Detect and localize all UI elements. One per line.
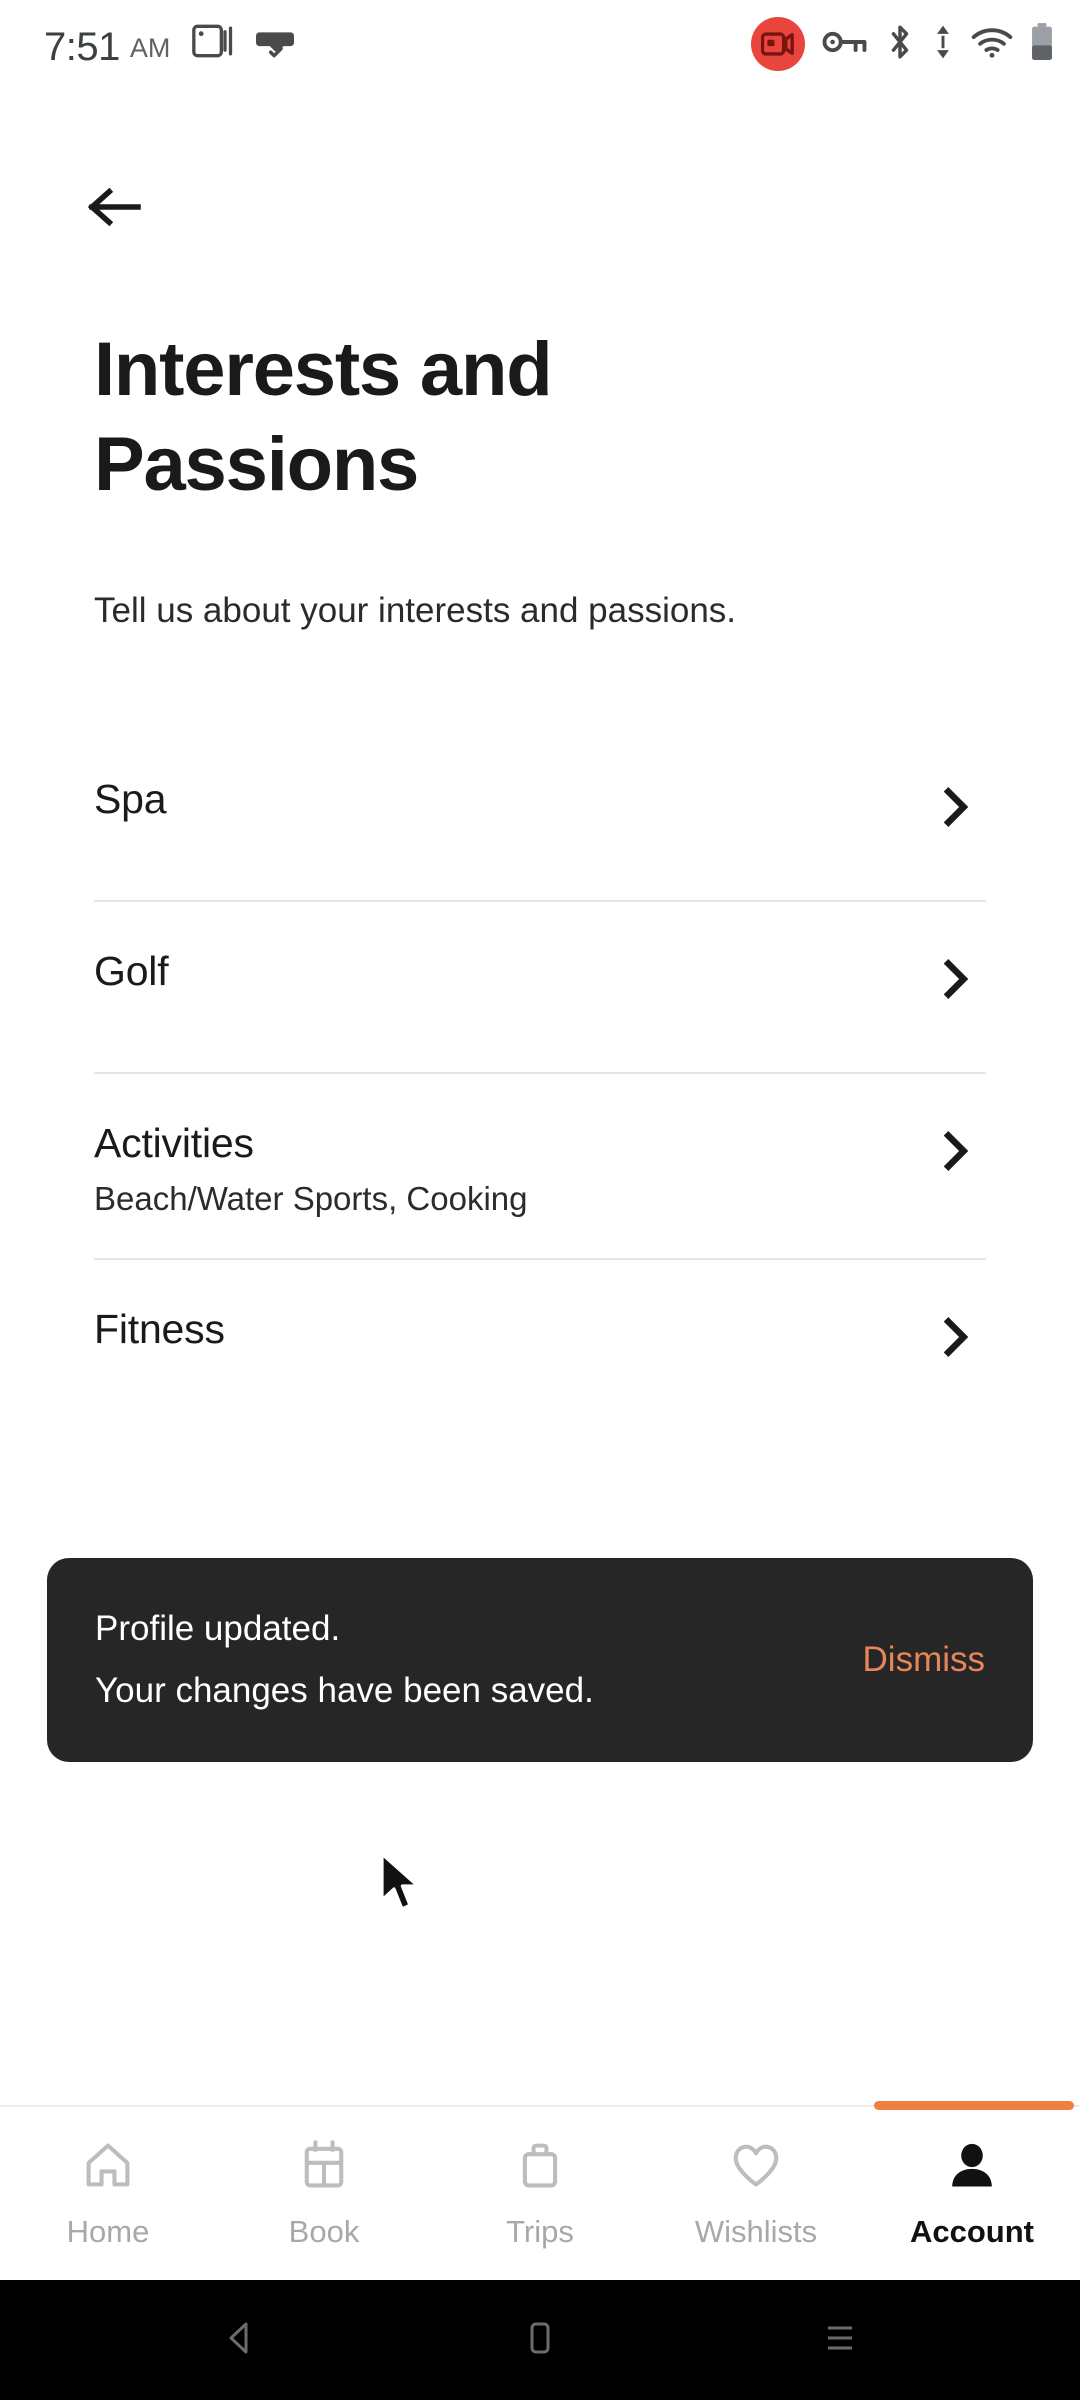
- page-subtitle: Tell us about your interests and passion…: [94, 591, 737, 630]
- nav-tab-label: Trips: [506, 2214, 574, 2249]
- list-item-subtitle: Beach/Water Sports, Cooking: [94, 1180, 528, 1217]
- list-item-title: Activities: [94, 1120, 254, 1166]
- vpn-key-icon: [822, 27, 868, 62]
- recents-menu-icon: [818, 2316, 862, 2365]
- screen-record-icon: [751, 17, 805, 71]
- status-left-icon-group: [192, 22, 296, 67]
- system-home-button[interactable]: [480, 2280, 600, 2400]
- battery-icon: [1030, 22, 1054, 66]
- nav-tab-home[interactable]: Home: [0, 2107, 216, 2280]
- nav-tab-book[interactable]: Book: [216, 2107, 432, 2280]
- home-icon: [80, 2137, 136, 2198]
- nav-tab-wishlists[interactable]: Wishlists: [648, 2107, 864, 2280]
- bottom-navigation-bar: Home Book Trips Wishlists Account: [0, 2101, 1080, 2280]
- status-bar: 7:51 AM: [0, 0, 1080, 88]
- mouse-pointer-icon: [378, 1852, 424, 1914]
- chevron-right-icon: [926, 768, 986, 830]
- system-recents-button[interactable]: [780, 2280, 900, 2400]
- status-clock: 7:51: [44, 24, 120, 69]
- phone-screen: 7:51 AM Interests and Passions Tell us a…: [0, 0, 1080, 2400]
- list-item-title: Fitness: [94, 1306, 225, 1352]
- nav-tab-trips[interactable]: Trips: [432, 2107, 648, 2280]
- arrow-left-icon: [86, 184, 144, 235]
- active-tab-indicator: [874, 2101, 1074, 2110]
- briefcase-icon: [512, 2137, 568, 2198]
- android-system-nav: [0, 2280, 1080, 2400]
- list-item-text-group: Spa: [94, 768, 167, 824]
- heart-icon: [728, 2137, 784, 2198]
- wifi-icon: [971, 26, 1013, 63]
- system-back-button[interactable]: [180, 2280, 300, 2400]
- data-transfer-icon: [932, 24, 954, 65]
- list-item-golf[interactable]: Golf: [94, 902, 986, 1072]
- vr-headset-check-icon: [254, 22, 296, 65]
- nav-tab-label: Book: [288, 2214, 360, 2249]
- screen-cast-icon: [192, 22, 236, 65]
- interests-list: Spa Golf Activities Beach/Water Sports, …: [94, 730, 986, 1430]
- bluetooth-icon: [885, 24, 915, 65]
- list-item-text-group: Activities Beach/Water Sports, Cooking: [94, 1112, 527, 1220]
- snackbar-toast: Profile updated. Your changes have been …: [47, 1558, 1033, 1762]
- back-triangle-icon: [218, 2316, 262, 2365]
- page-title: Interests and Passions: [94, 327, 553, 507]
- list-item-text-group: Golf: [94, 940, 169, 996]
- person-icon: [944, 2137, 1000, 2198]
- back-button[interactable]: [78, 172, 152, 246]
- list-item-activities[interactable]: Activities Beach/Water Sports, Cooking: [94, 1074, 986, 1258]
- list-item-title: Spa: [94, 776, 167, 822]
- nav-tab-label: Wishlists: [694, 2214, 818, 2249]
- list-item-text-group: Fitness: [94, 1298, 225, 1354]
- status-bar-right: [751, 17, 1054, 71]
- status-clock-meridiem: AM: [129, 33, 171, 64]
- list-item-title: Golf: [94, 948, 169, 994]
- snackbar-message: Profile updated. Your changes have been …: [95, 1601, 594, 1719]
- nav-tab-label: Account: [910, 2214, 1034, 2249]
- chevron-right-icon: [926, 1112, 986, 1174]
- snackbar-line-1: Profile updated.: [95, 1609, 341, 1648]
- chevron-right-icon: [926, 1298, 986, 1360]
- calendar-icon: [296, 2137, 352, 2198]
- home-square-icon: [520, 2316, 560, 2365]
- chevron-right-icon: [926, 940, 986, 1002]
- status-bar-left: 7:51 AM: [44, 22, 296, 67]
- nav-tab-label: Home: [66, 2214, 150, 2249]
- snackbar-dismiss-button[interactable]: Dismiss: [843, 1640, 985, 1680]
- snackbar-line-2: Your changes have been saved.: [95, 1671, 594, 1710]
- nav-tab-account[interactable]: Account: [864, 2101, 1080, 2280]
- list-item-spa[interactable]: Spa: [94, 730, 986, 900]
- list-item-fitness[interactable]: Fitness: [94, 1260, 986, 1430]
